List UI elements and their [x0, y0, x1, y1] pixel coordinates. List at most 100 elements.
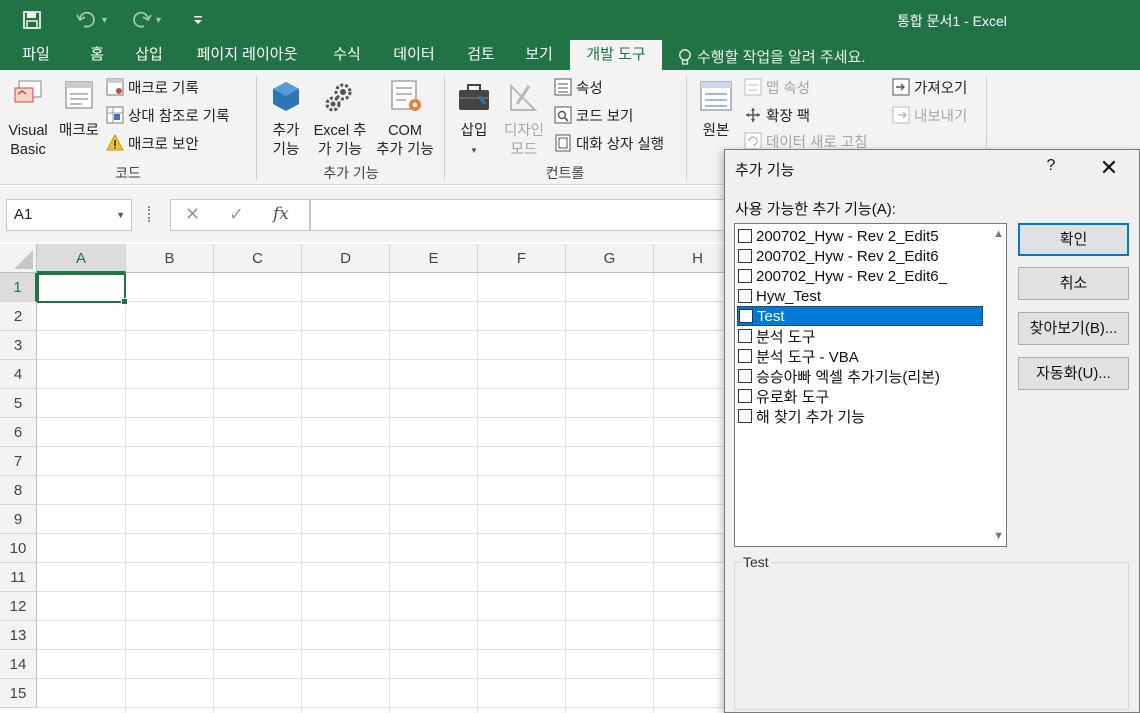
- close-icon[interactable]: ✕: [1091, 154, 1127, 184]
- addin-checkbox[interactable]: [738, 249, 752, 263]
- row-header-11[interactable]: 11: [0, 563, 37, 592]
- map-properties-button[interactable]: 맵 속성: [744, 76, 810, 98]
- xml-import-button[interactable]: 가져오기: [892, 76, 967, 98]
- visual-basic-button[interactable]: Visual Basic: [4, 78, 52, 160]
- addin-list-item[interactable]: 유로화 도구: [737, 386, 983, 406]
- undo-icon[interactable]: ▼: [76, 8, 109, 32]
- row-header-14[interactable]: 14: [0, 650, 37, 679]
- row-header-13[interactable]: 13: [0, 621, 37, 650]
- tell-me-search[interactable]: 수행할 작업을 알려 주세요.: [678, 46, 865, 67]
- enter-icon[interactable]: ✓: [229, 204, 244, 225]
- addin-list-item[interactable]: 분석 도구 - VBA: [737, 346, 983, 366]
- visual-basic-label-1: Visual: [8, 123, 48, 139]
- properties-button[interactable]: 속성: [554, 76, 603, 98]
- tab-file[interactable]: 파일: [10, 40, 62, 70]
- row-header-7[interactable]: 7: [0, 447, 37, 476]
- addin-checkbox[interactable]: [739, 309, 753, 323]
- row-header-2[interactable]: 2: [0, 302, 37, 331]
- expansion-packs-button[interactable]: 확장 팩: [744, 104, 810, 126]
- help-icon[interactable]: ?: [1041, 157, 1061, 175]
- row-header-15[interactable]: 15: [0, 679, 37, 708]
- insert-function-icon[interactable]: fx: [273, 204, 289, 224]
- com-addins-button[interactable]: COM 추가 기능: [372, 78, 438, 160]
- addin-list-item[interactable]: 승승아빠 엑셀 추가기능(리본): [737, 366, 983, 386]
- addin-checkbox[interactable]: [738, 329, 752, 343]
- record-macro-button[interactable]: 매크로 기록: [106, 76, 199, 98]
- addins-listbox[interactable]: 200702_Hyw - Rev 2_Edit5 200702_Hyw - Rev…: [734, 223, 1007, 547]
- tab-page-layout[interactable]: 페이지 레이아웃: [184, 40, 310, 70]
- customize-qat-icon[interactable]: [192, 8, 204, 32]
- browse-button[interactable]: 찾아보기(B)...: [1018, 312, 1129, 345]
- column-header-c[interactable]: C: [214, 244, 302, 273]
- addins-list-label: 사용 가능한 추가 기능(A):: [735, 201, 896, 218]
- row-header-6[interactable]: 6: [0, 418, 37, 447]
- macros-button[interactable]: 매크로: [54, 78, 104, 141]
- automation-button[interactable]: 자동화(U)...: [1018, 357, 1129, 390]
- group-separator: [256, 76, 257, 180]
- addins-icon: [273, 82, 299, 111]
- insert-control-button[interactable]: 삽입 ▼: [452, 78, 496, 160]
- addin-list-item[interactable]: 해 찾기 추가 기능: [737, 406, 983, 426]
- xml-import-label: 가져오기: [914, 80, 968, 97]
- column-header-e[interactable]: E: [390, 244, 478, 273]
- addin-checkbox[interactable]: [738, 269, 752, 283]
- addin-checkbox[interactable]: [738, 349, 752, 363]
- row-header-3[interactable]: 3: [0, 331, 37, 360]
- design-mode-button[interactable]: 디자인 모드: [498, 78, 550, 160]
- tab-view[interactable]: 보기: [514, 40, 564, 70]
- column-header-b[interactable]: B: [126, 244, 214, 273]
- macro-security-button[interactable]: 매크로 보안: [106, 132, 199, 154]
- relative-reference-button[interactable]: 상대 참조로 기록: [106, 104, 229, 126]
- xml-source-button[interactable]: 원본: [694, 78, 738, 141]
- row-header-5[interactable]: 5: [0, 389, 37, 418]
- addin-list-item[interactable]: 200702_Hyw - Rev 2_Edit5: [737, 226, 983, 246]
- scroll-down-icon[interactable]: ▼: [993, 530, 1004, 542]
- formula-bar-grip-icon[interactable]: [148, 206, 152, 222]
- addin-checkbox[interactable]: [738, 289, 752, 303]
- addin-list-item[interactable]: Hyw_Test: [737, 286, 983, 306]
- redo-icon[interactable]: ▼: [130, 8, 163, 32]
- tab-developer[interactable]: 개발 도구: [570, 40, 662, 70]
- addin-checkbox[interactable]: [738, 229, 752, 243]
- export-icon: [892, 106, 910, 124]
- tab-data[interactable]: 데이터: [382, 40, 446, 70]
- column-header-g[interactable]: G: [566, 244, 654, 273]
- cancel-icon[interactable]: ✕: [185, 204, 200, 225]
- addins-button[interactable]: 추가 기능: [264, 78, 308, 160]
- xml-export-button[interactable]: 내보내기: [892, 104, 967, 126]
- column-header-d[interactable]: D: [302, 244, 390, 273]
- addin-checkbox[interactable]: [738, 369, 752, 383]
- row-header-9[interactable]: 9: [0, 505, 37, 534]
- tab-review[interactable]: 검토: [456, 40, 506, 70]
- record-macro-label: 매크로 기록: [128, 80, 199, 97]
- name-box[interactable]: A1 ▼: [6, 199, 132, 231]
- tab-insert[interactable]: 삽입: [124, 40, 174, 70]
- addin-checkbox[interactable]: [738, 389, 752, 403]
- name-box-dropdown-icon[interactable]: ▼: [116, 200, 125, 230]
- addin-checkbox[interactable]: [738, 409, 752, 423]
- row-header-10[interactable]: 10: [0, 534, 37, 563]
- column-header-a[interactable]: A: [37, 244, 126, 273]
- addin-list-item[interactable]: Test: [737, 306, 983, 326]
- active-cell[interactable]: [37, 273, 128, 305]
- scroll-up-icon[interactable]: ▲: [993, 228, 1004, 240]
- addin-list-item[interactable]: 200702_Hyw - Rev 2_Edit6_: [737, 266, 983, 286]
- addin-list-item[interactable]: 분석 도구: [737, 326, 983, 346]
- select-all-corner[interactable]: [0, 244, 37, 273]
- cancel-button[interactable]: 취소: [1018, 267, 1129, 300]
- row-header-1[interactable]: 1: [0, 273, 37, 302]
- view-code-button[interactable]: 코드 보기: [554, 104, 633, 126]
- run-dialog-label: 대화 상자 실행: [576, 136, 665, 153]
- excel-addins-button[interactable]: Excel 추 가 기능: [310, 78, 370, 160]
- run-dialog-button[interactable]: 대화 상자 실행: [554, 132, 664, 154]
- row-header-8[interactable]: 8: [0, 476, 37, 505]
- row-header-12[interactable]: 12: [0, 592, 37, 621]
- save-icon[interactable]: [22, 8, 42, 32]
- addin-list-item[interactable]: 200702_Hyw - Rev 2_Edit6: [737, 246, 983, 266]
- row-header-4[interactable]: 4: [0, 360, 37, 389]
- column-header-f[interactable]: F: [478, 244, 566, 273]
- refresh-icon: [744, 132, 762, 150]
- tab-home[interactable]: 홈: [78, 40, 116, 70]
- ok-button[interactable]: 확인: [1018, 223, 1129, 256]
- tab-formulas[interactable]: 수식: [322, 40, 372, 70]
